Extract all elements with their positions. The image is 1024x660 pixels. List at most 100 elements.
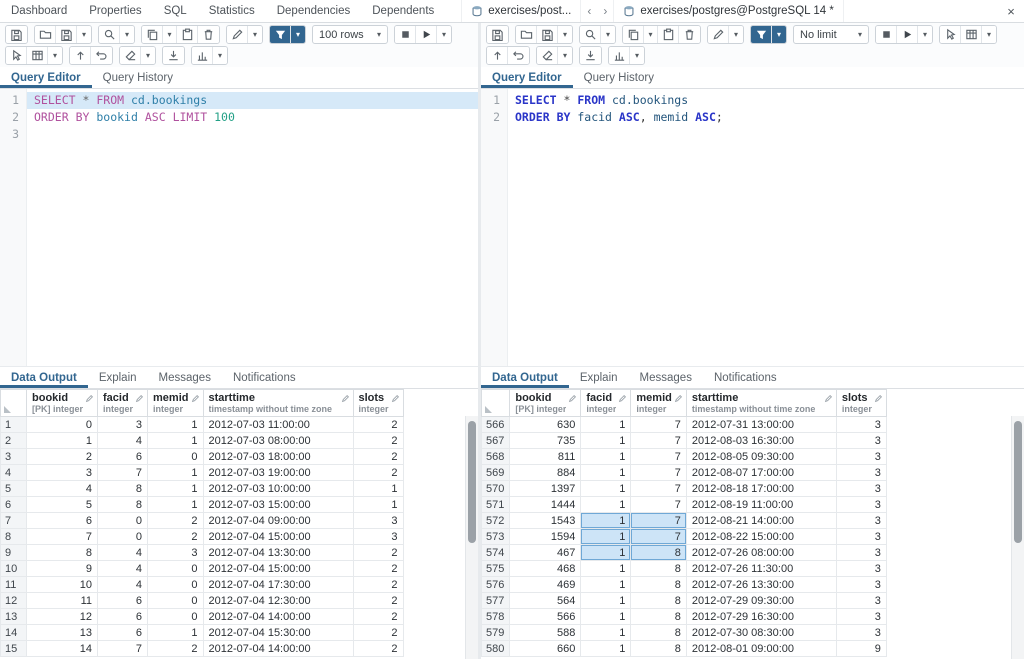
cell-slots[interactable]: 2: [352, 416, 404, 433]
cell-memid[interactable]: 1: [147, 464, 204, 481]
cell-starttime[interactable]: 2012-07-31 13:00:00: [685, 416, 837, 433]
cell-facid[interactable]: 0: [97, 528, 149, 545]
row-limit-select[interactable]: 100 rows ▾: [312, 25, 388, 44]
cell-starttime[interactable]: 2012-07-29 09:30:00: [685, 592, 837, 609]
cell-bookid[interactable]: 630: [509, 416, 582, 433]
row-number[interactable]: 568: [481, 448, 511, 465]
cell-bookid[interactable]: 14: [25, 640, 99, 657]
cell-memid[interactable]: 1: [147, 624, 204, 641]
filter-button[interactable]: [270, 26, 291, 43]
copy-menu-button[interactable]: ▾: [644, 26, 658, 43]
row-number[interactable]: 11: [0, 576, 27, 593]
pencil-icon[interactable]: [618, 392, 627, 406]
cell-bookid[interactable]: 1: [25, 432, 99, 449]
cell-starttime[interactable]: 2012-07-04 14:00:00: [202, 640, 354, 657]
open-file-button[interactable]: [35, 26, 56, 43]
cell-memid[interactable]: 0: [147, 448, 204, 465]
table-options-menu-button[interactable]: ▾: [48, 47, 62, 64]
copy-button[interactable]: [142, 26, 163, 43]
cell-facid[interactable]: 1: [580, 496, 632, 513]
tab-data-output[interactable]: Data Output: [0, 367, 88, 388]
sql-editor[interactable]: 12 SELECT * FROM cd.bookings ORDER BY fac…: [481, 89, 1024, 367]
column-header-memid[interactable]: memid integer: [630, 389, 687, 417]
cell-starttime[interactable]: 2012-07-26 08:00:00: [685, 544, 837, 561]
cell-memid[interactable]: 8: [630, 624, 687, 641]
cell-memid[interactable]: 3: [147, 544, 204, 561]
column-header-starttime[interactable]: starttime timestamp without time zone: [685, 389, 837, 417]
cell-slots[interactable]: 3: [835, 432, 887, 449]
cell-facid[interactable]: 1: [580, 480, 632, 497]
cell-starttime[interactable]: 2012-08-07 17:00:00: [685, 464, 837, 481]
cell-starttime[interactable]: 2012-08-01 09:00:00: [685, 640, 837, 657]
cell-bookid[interactable]: 588: [509, 624, 582, 641]
cell-starttime[interactable]: 2012-08-03 16:30:00: [685, 432, 837, 449]
row-number[interactable]: 578: [481, 608, 511, 625]
cell-memid[interactable]: 8: [630, 560, 687, 577]
commit-button[interactable]: [487, 47, 508, 64]
cell-bookid[interactable]: 566: [509, 608, 582, 625]
panel-tab-sql[interactable]: SQL: [153, 0, 198, 22]
cell-slots[interactable]: 9: [835, 640, 887, 657]
cell-slots[interactable]: 2: [352, 624, 404, 641]
cell-starttime[interactable]: 2012-07-03 19:00:00: [202, 464, 354, 481]
cancel-query-button[interactable]: [876, 26, 897, 43]
find-button[interactable]: [580, 26, 601, 43]
download-results-button[interactable]: [580, 47, 601, 64]
cell-starttime[interactable]: 2012-07-26 11:30:00: [685, 560, 837, 577]
cell-memid[interactable]: 1: [147, 416, 204, 433]
row-number[interactable]: 571: [481, 496, 511, 513]
row-number[interactable]: 577: [481, 592, 511, 609]
cell-memid[interactable]: 8: [630, 592, 687, 609]
pointer-mode-button[interactable]: [940, 26, 961, 43]
sql-editor[interactable]: 1 2 3 SELECT * FROM cd.bookings ORDER BY bo…: [0, 89, 478, 367]
tab-messages[interactable]: Messages: [629, 367, 703, 388]
panel-tab-dependents[interactable]: Dependents: [361, 0, 445, 22]
code-line[interactable]: SELECT * FROM cd.bookings: [27, 92, 478, 109]
save-file-button[interactable]: [56, 26, 77, 43]
download-results-button[interactable]: [163, 47, 184, 64]
find-menu-button[interactable]: ▾: [120, 26, 134, 43]
cell-slots[interactable]: 3: [835, 576, 887, 593]
cell-bookid[interactable]: 735: [509, 432, 582, 449]
cell-memid[interactable]: 2: [147, 512, 204, 529]
cell-starttime[interactable]: 2012-08-05 09:30:00: [685, 448, 837, 465]
cell-memid[interactable]: 7: [630, 416, 687, 433]
cell-slots[interactable]: 3: [835, 608, 887, 625]
column-header-facid[interactable]: facid integer: [580, 389, 632, 417]
code-line[interactable]: SELECT * FROM cd.bookings: [508, 92, 1024, 109]
tab-explain[interactable]: Explain: [569, 367, 629, 388]
vertical-scrollbar[interactable]: [465, 416, 478, 659]
filter-button[interactable]: [751, 26, 772, 43]
pencil-icon[interactable]: [568, 392, 577, 406]
query-tool-tab-active[interactable]: exercises/postgres@PostgreSQL 14 *: [613, 0, 844, 22]
row-number[interactable]: 579: [481, 624, 511, 641]
row-number[interactable]: 9: [0, 544, 27, 561]
column-header-slots[interactable]: slots integer: [835, 389, 887, 417]
cell-memid[interactable]: 2: [147, 528, 204, 545]
cell-facid[interactable]: 1: [580, 464, 632, 481]
cell-bookid[interactable]: 811: [509, 448, 582, 465]
cell-facid[interactable]: 4: [97, 544, 149, 561]
cell-starttime[interactable]: 2012-08-22 15:00:00: [685, 528, 837, 545]
cell-slots[interactable]: 3: [835, 592, 887, 609]
cell-facid[interactable]: 7: [97, 464, 149, 481]
cell-starttime[interactable]: 2012-07-04 15:00:00: [202, 560, 354, 577]
cell-memid[interactable]: 8: [630, 544, 687, 561]
tab-explain[interactable]: Explain: [88, 367, 148, 388]
cell-slots[interactable]: 3: [352, 528, 404, 545]
row-number[interactable]: 13: [0, 608, 27, 625]
tab-data-output[interactable]: Data Output: [481, 367, 569, 388]
execute-button[interactable]: [897, 26, 918, 43]
cell-memid[interactable]: 1: [147, 496, 204, 513]
row-number[interactable]: 7: [0, 512, 27, 529]
execute-button[interactable]: [416, 26, 437, 43]
cell-slots[interactable]: 3: [835, 464, 887, 481]
tab-scroll-left-button[interactable]: ‹: [581, 0, 597, 22]
row-number[interactable]: 572: [481, 512, 511, 529]
cell-starttime[interactable]: 2012-08-21 14:00:00: [685, 512, 837, 529]
tab-query-editor[interactable]: Query Editor: [481, 67, 573, 88]
table-options-button[interactable]: [961, 26, 982, 43]
column-header-bookid[interactable]: bookid [PK] integer: [509, 389, 582, 417]
cell-slots[interactable]: 3: [835, 560, 887, 577]
cell-bookid[interactable]: 660: [509, 640, 582, 657]
